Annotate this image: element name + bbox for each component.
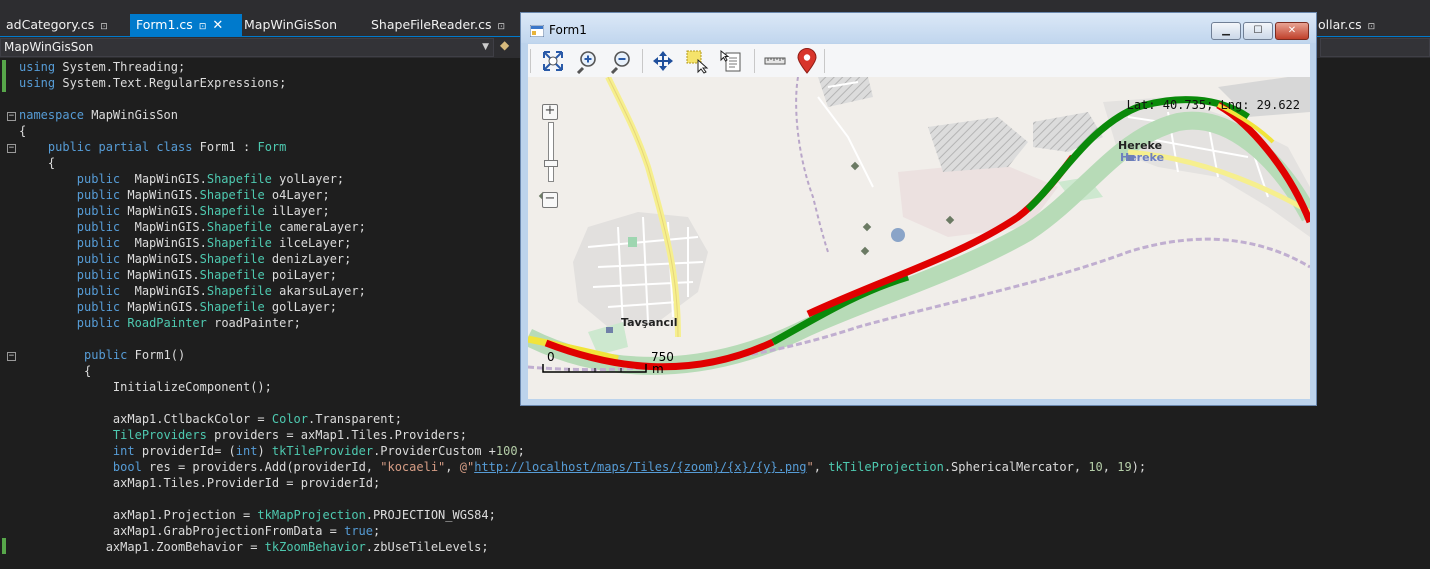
zoom-extent-icon[interactable]: [540, 48, 566, 74]
identify-icon[interactable]: [718, 48, 744, 74]
tab-form1[interactable]: Form1.cs ⊡ ✕: [130, 14, 242, 36]
code-line: public RoadPainter roadPainter;: [76, 316, 301, 330]
code-line: axMap1.Projection = tkMapProjection.PROJ…: [19, 508, 496, 522]
code-line: public MapWinGIS.Shapefile golLayer;: [76, 300, 337, 314]
code-line: {: [19, 156, 56, 170]
zoom-in-icon[interactable]: [574, 48, 600, 74]
pin-icon[interactable]: ⊡: [1368, 22, 1376, 32]
code-line: namespace MapWinGisSon: [19, 108, 178, 122]
maximize-button[interactable]: ☐: [1243, 22, 1273, 40]
code-line: public MapWinGIS.Shapefile ilceLayer;: [76, 236, 352, 250]
toolbar-separator: [824, 49, 825, 73]
zoom-slider-handle[interactable]: [544, 160, 558, 167]
project-name: MapWinGisSon: [4, 40, 94, 54]
form-icon: [530, 25, 544, 37]
coordinate-readout: Lat: 40.735; Lng: 29.622: [1126, 98, 1300, 112]
code-line: axMap1.ZoomBehavior = tkZoomBehavior.zbU…: [19, 540, 489, 554]
select-icon[interactable]: [684, 48, 710, 74]
pin-icon[interactable]: ⊡: [498, 22, 506, 32]
pin-icon[interactable]: ⊡: [100, 22, 108, 32]
scale-bar: 0 750 m: [542, 350, 674, 386]
code-line: bool res = providers.Add(providerId, "ko…: [112, 460, 1147, 474]
minimize-button[interactable]: ▁: [1211, 22, 1241, 40]
pan-icon[interactable]: [650, 48, 676, 74]
code-line: public partial class Form1 : Form: [47, 140, 287, 154]
code-line: using System.Text.RegularExpressions;: [19, 76, 287, 90]
zoom-plus-button[interactable]: +: [542, 104, 558, 120]
scale-start-label: 0: [547, 350, 555, 364]
form1-window: Form1 ▁ ☐ ✕ Lat: 40.735; Lng: 29.622 Tav…: [520, 12, 1317, 406]
pin-icon[interactable]: ⊡: [199, 22, 207, 32]
tab-label: ShapeFileReader.cs: [371, 17, 492, 32]
project-dropdown[interactable]: MapWinGisSon ▼: [0, 38, 494, 57]
measure-icon[interactable]: [762, 48, 788, 74]
window-title: Form1: [549, 23, 587, 37]
change-marker: [2, 60, 6, 92]
tab-shapefilereader[interactable]: ShapeFileReader.cs ⊡: [365, 14, 505, 36]
code-line: {: [19, 124, 27, 138]
map-tiles: [528, 77, 1310, 399]
code-line: public MapWinGIS.Shapefile yolLayer;: [76, 172, 345, 186]
code-line: public Form1(): [84, 348, 186, 362]
code-line: axMap1.GrabProjectionFromData = true;: [19, 524, 381, 538]
place-label-tavsancil: Tavşancıl: [621, 316, 678, 329]
code-line: using System.Threading;: [19, 60, 186, 74]
tab-mapwingisson[interactable]: MapWinGisSon: [238, 14, 337, 36]
tab-label: Form1.cs: [136, 17, 193, 32]
zoom-out-icon[interactable]: [608, 48, 634, 74]
map-toolbar: [528, 44, 1310, 78]
code-line: public MapWinGIS.Shapefile o4Layer;: [76, 188, 330, 202]
close-icon[interactable]: ✕: [212, 18, 223, 33]
code-line: InitializeComponent();: [19, 380, 272, 394]
top-toolbar-strip: [0, 0, 1430, 8]
close-button[interactable]: ✕: [1275, 22, 1309, 40]
code-line: {: [19, 364, 92, 378]
place-label-hereke-blue: Hereke: [1120, 151, 1165, 164]
map-control[interactable]: Lat: 40.735; Lng: 29.622 Tavşancıl Herek…: [528, 77, 1310, 399]
code-line: public MapWinGIS.Shapefile ilLayer;: [76, 204, 330, 218]
scale-unit-label: m: [652, 362, 664, 376]
collapse-icon[interactable]: −: [7, 352, 16, 361]
code-line: public MapWinGIS.Shapefile cameraLayer;: [76, 220, 366, 234]
toolbar-separator: [642, 49, 643, 73]
chevron-down-icon: ▼: [482, 42, 489, 52]
tab-label: ollar.cs: [1318, 17, 1362, 32]
type-icon: ◆: [500, 38, 510, 52]
zoom-minus-button[interactable]: −: [542, 192, 558, 208]
tab-roadcategory[interactable]: adCategory.cs ⊡: [0, 14, 108, 36]
collapse-icon[interactable]: −: [7, 144, 16, 153]
form-client-area: Lat: 40.735; Lng: 29.622 Tavşancıl Herek…: [528, 44, 1310, 399]
collapse-icon[interactable]: −: [7, 112, 16, 121]
code-line: public MapWinGIS.Shapefile akarsuLayer;: [76, 284, 366, 298]
tab-label: MapWinGisSon: [244, 17, 338, 32]
code-line: public MapWinGIS.Shapefile denizLayer;: [76, 252, 352, 266]
tab-label: adCategory.cs: [6, 17, 95, 32]
map-pin-icon[interactable]: [794, 48, 820, 74]
toolbar-grip: [530, 49, 531, 73]
code-line: public MapWinGIS.Shapefile poiLayer;: [76, 268, 337, 282]
code-line: axMap1.CtlbackColor = Color.Transparent;: [19, 412, 402, 426]
zoom-slider-track[interactable]: [548, 122, 554, 182]
window-titlebar[interactable]: Form1 ▁ ☐ ✕: [521, 13, 1316, 43]
member-dropdown[interactable]: [1320, 38, 1430, 57]
code-line: int providerId= (int) tkTileProvider.Pro…: [112, 444, 525, 458]
tab-yollar[interactable]: ollar.cs ⊡: [1312, 14, 1375, 36]
code-line: axMap1.Tiles.ProviderId = providerId;: [19, 476, 381, 490]
code-line: TileProviders providers = axMap1.Tiles.P…: [112, 428, 467, 442]
change-marker: [2, 538, 6, 554]
toolbar-separator: [754, 49, 755, 73]
scale-ruler: [542, 364, 647, 373]
